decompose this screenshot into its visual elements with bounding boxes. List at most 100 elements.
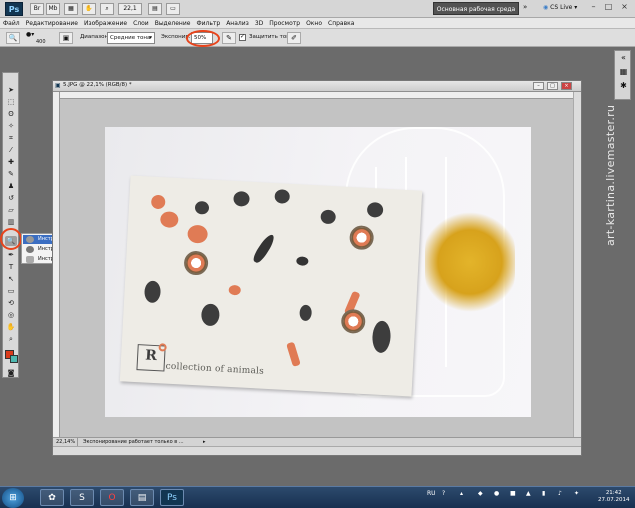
pen-tool-icon[interactable]: ✒ <box>5 250 17 260</box>
type-tool-icon[interactable]: T <box>5 262 17 272</box>
photoshop-taskbar-icon[interactable]: Ps <box>160 489 184 506</box>
gradient-tool-icon[interactable]: ▥ <box>5 217 17 227</box>
range-select[interactable]: Средние тона ▾ <box>107 32 155 44</box>
menu-help[interactable]: Справка <box>325 18 357 29</box>
eyedropper-tool-icon[interactable]: ⁄ <box>5 145 17 155</box>
tray-app-icon[interactable]: ◆ <box>478 490 483 497</box>
paw-print-dark <box>200 303 220 327</box>
move-tool-icon[interactable]: ➤ <box>5 85 17 95</box>
clone-stamp-tool-icon[interactable]: ♟ <box>5 181 17 191</box>
3d-rotate-tool-icon[interactable]: ⟲ <box>5 298 17 308</box>
language-indicator[interactable]: RU <box>427 490 436 497</box>
background-color-swatch[interactable] <box>10 355 18 363</box>
guides-icon[interactable]: ▦ <box>64 3 78 15</box>
menu-layers[interactable]: Слои <box>130 18 152 29</box>
tray-app-icon[interactable]: ✦ <box>574 490 579 497</box>
close-button[interactable]: × <box>618 2 631 13</box>
brush-panel-icon[interactable]: ▣ <box>59 32 73 44</box>
airbrush-icon[interactable]: ✎ <box>222 32 236 44</box>
zoom-status[interactable]: 22,14% <box>56 438 78 446</box>
menu-select[interactable]: Выделение <box>152 18 194 29</box>
hand-tool-icon[interactable]: ✋ <box>5 322 17 332</box>
histogram-panel-icon[interactable]: ▦ <box>618 67 629 77</box>
menu-3d[interactable]: 3D <box>252 18 266 29</box>
document-window: ▣ 5.JPG @ 22,1% (RGB/8) * – □ × R collec… <box>52 80 582 456</box>
postcard-caption: collection of animals <box>165 361 265 377</box>
paw-print-dark <box>274 189 291 204</box>
vertical-scrollbar[interactable] <box>573 92 581 437</box>
system-clock[interactable]: 21:42 27.07.2014 <box>598 490 630 504</box>
paw-print-orange <box>150 194 166 210</box>
menu-window[interactable]: Окно <box>303 18 325 29</box>
eraser-tool-icon[interactable]: ▱ <box>5 205 17 215</box>
brush-preview-icon[interactable]: ●▾ <box>26 31 34 38</box>
healing-brush-tool-icon[interactable]: ✚ <box>5 157 17 167</box>
zoom-level-field[interactable]: 22,1 <box>118 3 142 15</box>
expand-panels-icon[interactable]: « <box>618 53 629 63</box>
icq-icon[interactable]: ✿ <box>40 489 64 506</box>
menu-bar: Файл Редактирование Изображение Слои Выделен… <box>0 18 635 29</box>
menu-image[interactable]: Изображение <box>81 18 130 29</box>
explorer-icon[interactable]: ▤ <box>130 489 154 506</box>
mini-bridge-icon[interactable]: Mb <box>46 3 60 15</box>
quick-mask-icon[interactable]: ◙ <box>5 368 17 378</box>
more-workspaces-icon[interactable]: » <box>523 3 527 11</box>
horizontal-scrollbar[interactable] <box>53 446 581 455</box>
bridge-icon[interactable]: Br <box>30 3 44 15</box>
brush-tool-icon[interactable]: ✎ <box>5 169 17 179</box>
screen-mode-icon[interactable]: ▭ <box>166 3 180 15</box>
menu-edit[interactable]: Редактирование <box>23 18 81 29</box>
menu-filter[interactable]: Фильтр <box>193 18 223 29</box>
protect-tones-checkbox[interactable]: ✓ <box>239 33 246 41</box>
brush-size-value: 400 <box>36 39 46 45</box>
minimize-button[interactable]: – <box>587 2 600 13</box>
start-button[interactable]: ⊞ <box>2 488 24 508</box>
document-tab[interactable]: ▣ 5.JPG @ 22,1% (RGB/8) * – □ × <box>53 81 581 92</box>
quick-select-tool-icon[interactable]: ✧ <box>5 121 17 131</box>
watermark-text: art-kartina.livemaster.ru <box>604 104 617 246</box>
shape-tool-icon[interactable]: ▭ <box>5 286 17 296</box>
tray-arrow-icon[interactable]: ▴ <box>460 490 463 497</box>
help-icon[interactable]: ? <box>442 490 445 497</box>
doc-minimize-button[interactable]: – <box>533 82 544 90</box>
hand-tool-icon[interactable]: ✋ <box>82 3 96 15</box>
dodge-tool-highlight-circle <box>0 228 22 250</box>
arrange-documents-icon[interactable]: ▤ <box>148 3 162 15</box>
chevron-down-icon: ▾ <box>149 35 152 41</box>
workspace-button[interactable]: Основная рабочая среда <box>433 2 519 15</box>
paw-print-dark <box>320 209 337 225</box>
logo-ring-icon <box>158 343 167 352</box>
tray-app-icon[interactable]: ■ <box>510 490 516 497</box>
paw-print-orange <box>187 224 209 244</box>
doc-maximize-button[interactable]: □ <box>547 82 558 90</box>
navigator-panel-icon[interactable]: ✱ <box>618 81 629 91</box>
zoom-tool-icon[interactable]: ⌕ <box>5 334 17 344</box>
tray-app-icon[interactable]: ▲ <box>526 490 531 497</box>
paw-print-dark <box>296 256 309 266</box>
zoom-tool-icon[interactable]: ⌕ <box>100 3 114 15</box>
pressure-size-icon[interactable]: ✐ <box>287 32 301 44</box>
menu-view[interactable]: Просмотр <box>266 18 303 29</box>
dodge-tool-preset-icon[interactable]: 🔍 <box>6 32 20 44</box>
3d-orbit-tool-icon[interactable]: ◎ <box>5 310 17 320</box>
cs-live-button[interactable]: ◉ CS Live ▾ <box>543 4 577 11</box>
doc-close-button[interactable]: × <box>561 82 572 90</box>
feather-mark <box>251 232 277 265</box>
status-message: Экспонирование работает только в ... <box>83 439 184 445</box>
crop-tool-icon[interactable]: ⌗ <box>5 133 17 143</box>
history-brush-tool-icon[interactable]: ↺ <box>5 193 17 203</box>
tray-app-icon[interactable]: ● <box>494 490 499 497</box>
marquee-tool-icon[interactable]: ⬚ <box>5 97 17 107</box>
lasso-tool-icon[interactable]: ʘ <box>5 109 17 119</box>
photoshop-window: Ps Br Mb ▦ ✋ ⌕ 22,1 ▤ ▭ Основная рабочая… <box>0 0 635 508</box>
volume-icon[interactable]: ♪ <box>558 490 562 497</box>
paw-print-dark <box>299 304 313 322</box>
status-menu-arrow-icon[interactable]: ▸ <box>203 438 206 446</box>
menu-analysis[interactable]: Анализ <box>223 18 252 29</box>
opera-icon[interactable]: O <box>100 489 124 506</box>
menu-file[interactable]: Файл <box>0 18 23 29</box>
paw-print-dark <box>366 201 384 218</box>
skype-icon[interactable]: S <box>70 489 94 506</box>
path-select-tool-icon[interactable]: ↖ <box>5 274 17 284</box>
network-icon[interactable]: ▮ <box>542 490 545 497</box>
